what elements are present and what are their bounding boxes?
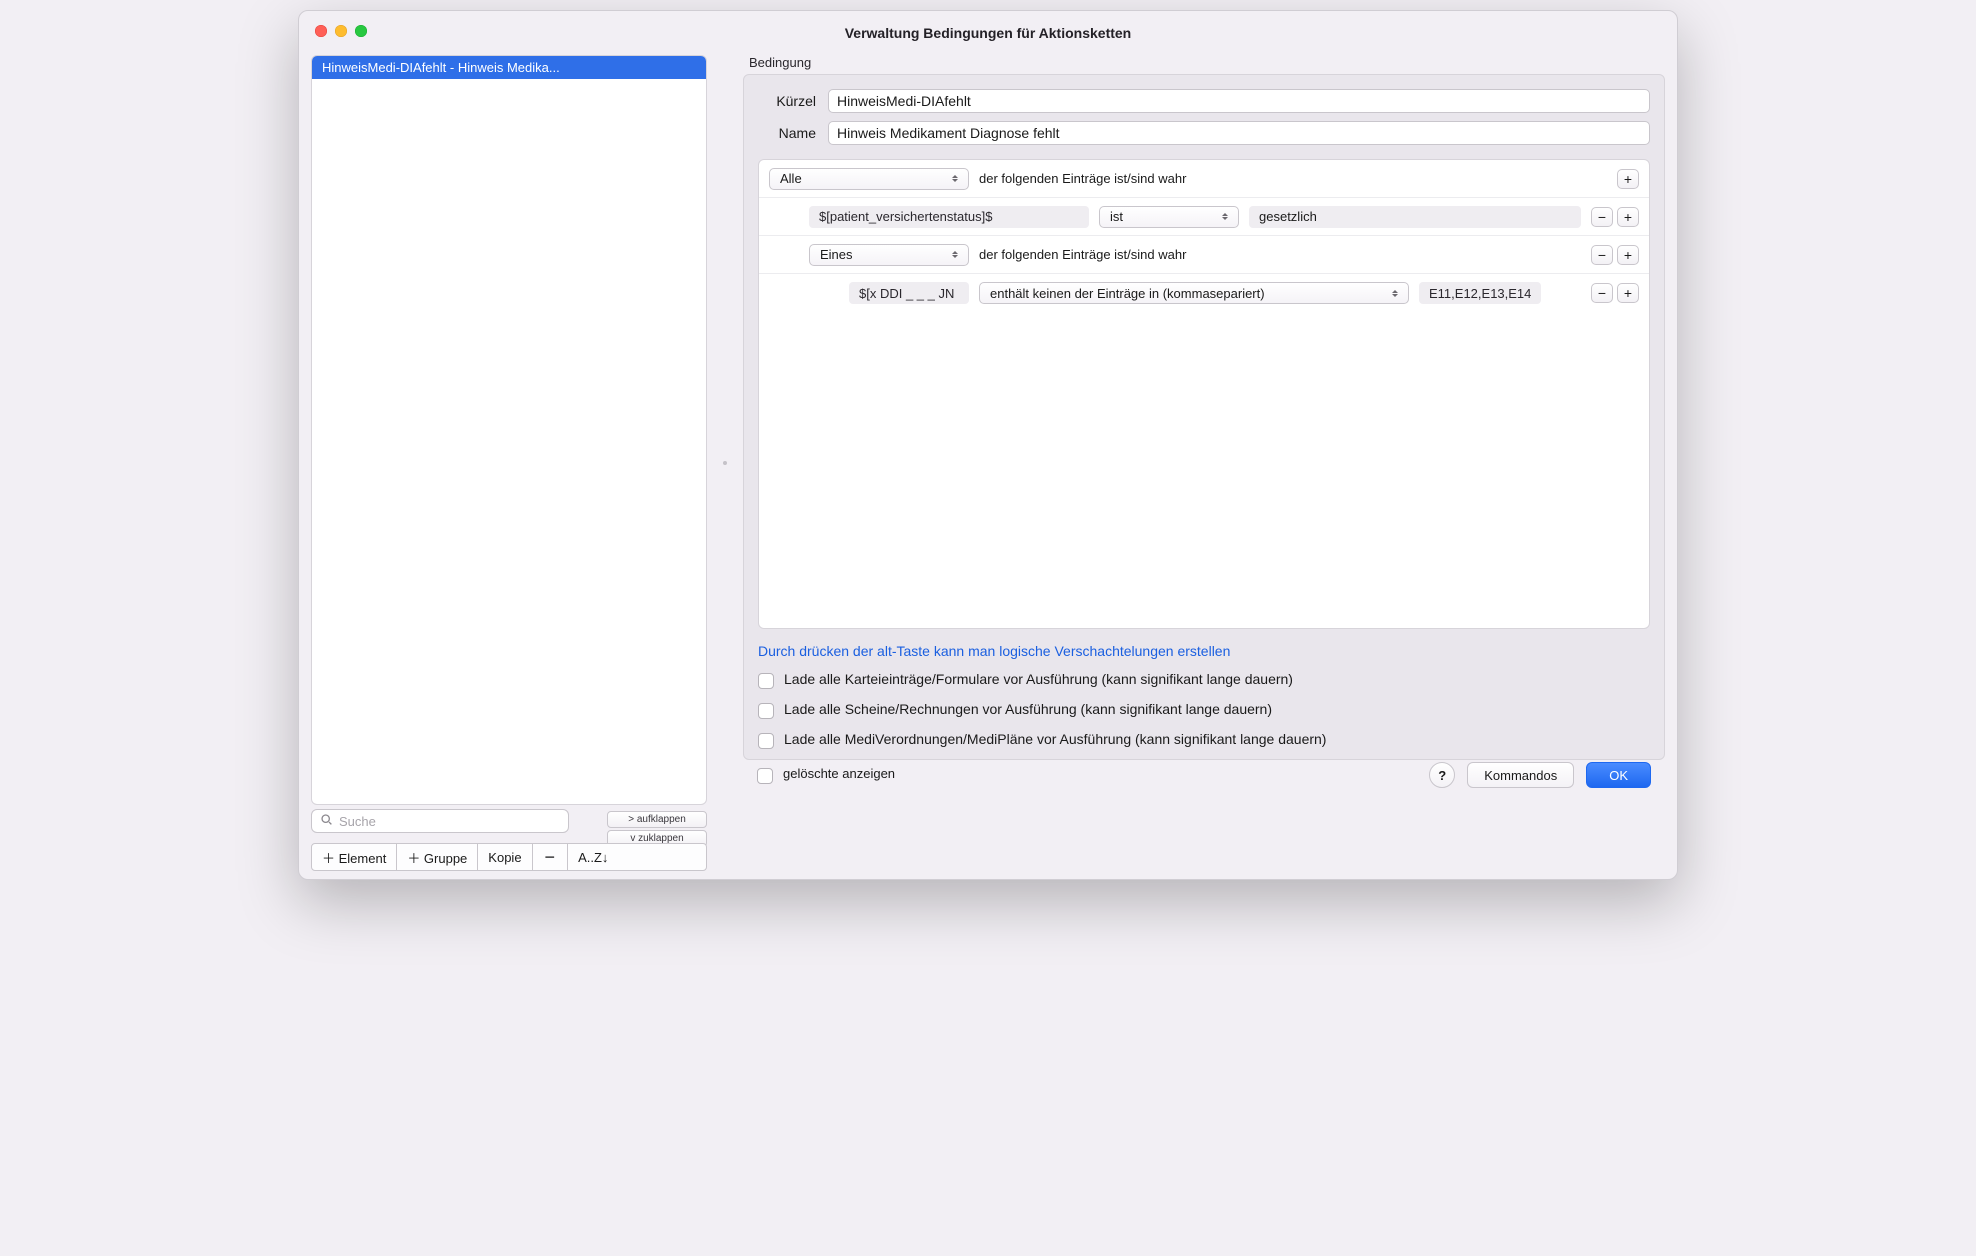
bottom-bar: gelöschte anzeigen ? Kommandos OK (743, 760, 1665, 798)
condition-group-root: Alle der folgenden Einträge ist/sind wah… (759, 160, 1649, 198)
detail-panel: Kürzel HinweisMedi-DIAfehlt Name Hinweis… (743, 74, 1665, 760)
window: Verwaltung Bedingungen für Aktionsketten… (298, 10, 1678, 880)
name-row: Name Hinweis Medikament Diagnose fehlt (758, 121, 1650, 145)
quantifier-select[interactable]: Alle (769, 168, 969, 190)
add-element-button[interactable]: ＋ Element (312, 844, 397, 870)
load-scheine-checkbox[interactable]: Lade alle Scheine/Rechnungen vor Ausführ… (758, 701, 1650, 719)
chevron-updown-icon (1222, 213, 1232, 220)
condition-group: Eines der folgenden Einträge ist/sind wa… (759, 236, 1649, 274)
load-kartei-checkbox[interactable]: Lade alle Karteieinträge/Formulare vor A… (758, 671, 1650, 689)
condition-list[interactable]: HinweisMedi-DIAfehlt - Hinweis Medika... (311, 55, 707, 805)
fold-buttons: > aufklappen v zuklappen (607, 811, 707, 847)
remove-condition-button[interactable]: − (1591, 283, 1613, 303)
checkbox-icon (757, 768, 773, 784)
operator-select[interactable]: enthält keinen der Einträge in (kommasep… (979, 282, 1409, 304)
splitter-handle[interactable] (723, 55, 727, 871)
close-window-button[interactable] (315, 25, 327, 37)
name-input[interactable]: Hinweis Medikament Diagnose fehlt (828, 121, 1650, 145)
kuerzel-label: Kürzel (758, 93, 816, 109)
commands-button[interactable]: Kommandos (1467, 762, 1574, 788)
checkbox-icon (758, 733, 774, 749)
chevron-updown-icon (952, 251, 962, 258)
add-group-button[interactable]: ＋ Gruppe (397, 844, 478, 870)
variable-token[interactable]: $[x DDI _ _ _ JN (849, 282, 969, 304)
add-condition-button[interactable]: + (1617, 283, 1639, 303)
search-field[interactable] (311, 809, 569, 833)
checkbox-label: gelöschte anzeigen (783, 766, 895, 781)
sidebar: HinweisMedi-DIAfehlt - Hinweis Medika...… (311, 55, 707, 871)
quantifier-select[interactable]: Eines (809, 244, 969, 266)
chevron-updown-icon (952, 175, 962, 182)
quantifier-value: Eines (820, 247, 853, 262)
remove-condition-button[interactable]: − (1591, 207, 1613, 227)
add-condition-button[interactable]: + (1617, 169, 1639, 189)
zoom-window-button[interactable] (355, 25, 367, 37)
chevron-updown-icon (1392, 290, 1402, 297)
show-deleted-checkbox[interactable]: gelöschte anzeigen (757, 766, 895, 784)
titlebar: Verwaltung Bedingungen für Aktionsketten (299, 11, 1677, 55)
quantifier-tail: der folgenden Einträge ist/sind wahr (979, 171, 1186, 186)
kuerzel-input[interactable]: HinweisMedi-DIAfehlt (828, 89, 1650, 113)
operator-select[interactable]: ist (1099, 206, 1239, 228)
value-input[interactable]: E11,E12,E13,E14 (1419, 282, 1541, 304)
quantifier-tail: der folgenden Einträge ist/sind wahr (979, 247, 1186, 262)
detail-pane: Bedingung Kürzel HinweisMedi-DIAfehlt Na… (743, 55, 1665, 871)
section-label: Bedingung (749, 55, 1665, 70)
condition-row: $[x DDI _ _ _ JN enthält keinen der Eint… (759, 274, 1649, 312)
load-medi-checkbox[interactable]: Lade alle MediVerordnungen/MediPläne vor… (758, 731, 1650, 749)
window-body: HinweisMedi-DIAfehlt - Hinweis Medika...… (299, 55, 1677, 879)
window-controls (315, 25, 367, 37)
checkbox-icon (758, 673, 774, 689)
minimize-window-button[interactable] (335, 25, 347, 37)
delete-button[interactable]: − (533, 844, 569, 870)
checkbox-icon (758, 703, 774, 719)
add-condition-button[interactable]: + (1617, 207, 1639, 227)
checkbox-label: Lade alle MediVerordnungen/MediPläne vor… (784, 731, 1326, 747)
hint-text: Durch drücken der alt-Taste kann man log… (758, 643, 1650, 659)
help-button[interactable]: ? (1429, 762, 1455, 788)
copy-button[interactable]: Kopie (478, 844, 532, 870)
condition-row: $[patient_versichertenstatus]$ ist geset… (759, 198, 1649, 236)
kuerzel-row: Kürzel HinweisMedi-DIAfehlt (758, 89, 1650, 113)
operator-value: ist (1110, 209, 1123, 224)
ok-button[interactable]: OK (1586, 762, 1651, 788)
condition-builder: Alle der folgenden Einträge ist/sind wah… (758, 159, 1650, 629)
variable-token[interactable]: $[patient_versichertenstatus]$ (809, 206, 1089, 228)
remove-condition-button[interactable]: − (1591, 245, 1613, 265)
window-title: Verwaltung Bedingungen für Aktionsketten (845, 25, 1132, 41)
sort-button[interactable]: A..Z↓ (568, 844, 618, 870)
value-input[interactable]: gesetzlich (1249, 206, 1581, 228)
quantifier-value: Alle (780, 171, 802, 186)
checkbox-label: Lade alle Karteieinträge/Formulare vor A… (784, 671, 1293, 687)
checkbox-label: Lade alle Scheine/Rechnungen vor Ausführ… (784, 701, 1272, 717)
name-label: Name (758, 125, 816, 141)
search-input[interactable] (339, 814, 560, 829)
operator-value: enthält keinen der Einträge in (kommasep… (990, 286, 1265, 301)
list-item[interactable]: HinweisMedi-DIAfehlt - Hinweis Medika... (312, 56, 706, 79)
search-icon (320, 813, 333, 829)
add-condition-button[interactable]: + (1617, 245, 1639, 265)
sidebar-toolbar: ＋ Element ＋ Gruppe Kopie − A..Z↓ (311, 843, 707, 871)
expand-all-button[interactable]: > aufklappen (607, 811, 707, 828)
